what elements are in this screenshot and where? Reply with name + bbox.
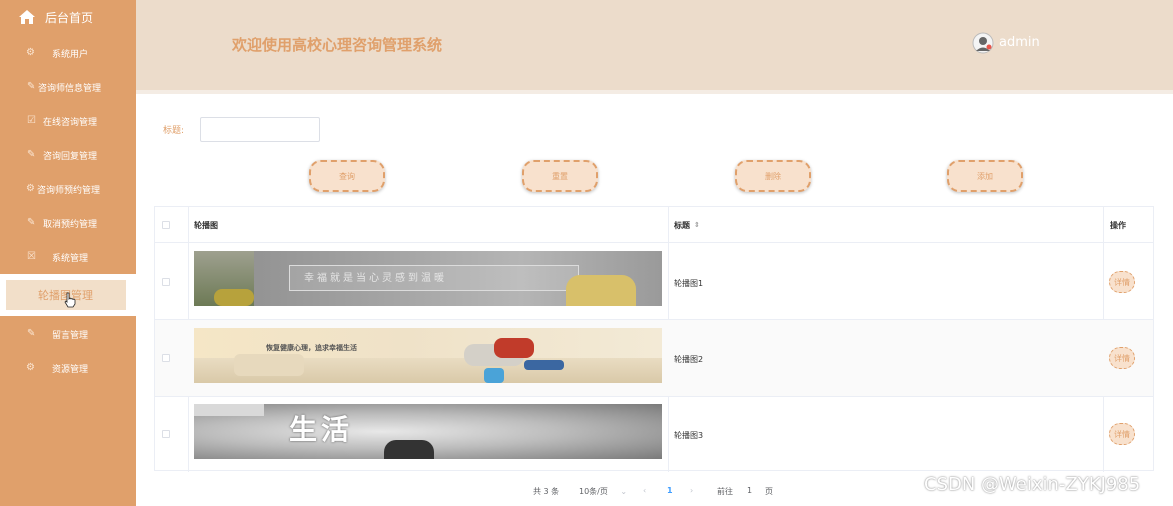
page-number-current[interactable]: 1 [667,486,673,495]
table-row: 生活 轮播图3 详情 [155,396,1153,473]
next-page-icon[interactable]: › [690,486,693,495]
hand-cursor-icon [64,292,76,308]
sidebar-item-system-manage[interactable]: ☒ 系统管理 [0,240,136,274]
sidebar-item-label: 资源管理 [52,364,89,375]
sidebar-item-label: 留言管理 [52,330,89,341]
page-title: 欢迎使用高校心理咨询管理系统 [232,36,443,54]
banner-caption: 幸福就是当心灵感到温暖 [304,273,447,284]
page-size-value: 10条/页 [579,487,608,496]
column-header-image: 轮播图 [194,220,218,230]
column-header-title-label: 标题 [674,220,690,230]
avatar[interactable] [972,32,994,54]
sort-icon[interactable]: ⇕ [694,221,700,229]
sidebar-item-counselor-booking[interactable]: ⚙ 咨询师预约管理 [0,172,136,206]
sidebar-item-cancel-booking[interactable]: ✎ 取消预约管理 [0,206,136,240]
sidebar-item-system-users[interactable]: ⚙ 系统用户 [0,36,136,70]
row-checkbox[interactable] [162,430,170,438]
sidebar-item-label: 咨询师预约管理 [37,185,101,196]
sidebar-item-label: 系统用户 [52,49,89,60]
carousel-table: 轮播图 标题 ⇕ 操作 幸福就是当心灵感到温暖 轮播图1 详情 恢复健康心理，追… [154,206,1154,473]
detail-button[interactable]: 详情 [1109,347,1135,369]
row-title: 轮播图2 [674,355,704,364]
check-icon: ☑ [27,115,36,126]
sidebar-item-label: 在线咨询管理 [43,117,98,128]
close-icon: ☒ [27,251,36,262]
edit-icon: ✎ [27,217,36,228]
reset-button[interactable]: 重置 [522,160,598,192]
delete-button[interactable]: 删除 [735,160,811,192]
chevron-down-icon: ⌄ [620,487,628,496]
page-size-select[interactable]: 10条/页 ⌄ [579,486,627,497]
sidebar-item-label: 系统管理 [52,253,89,264]
banner-caption: 生活 [289,413,354,446]
pager-total: 共 3 条 [533,487,560,496]
detail-button[interactable]: 详情 [1109,423,1135,445]
banner-image: 生活 [194,404,662,459]
prev-page-icon[interactable]: ‹ [643,486,646,495]
home-icon [19,10,35,24]
banner-caption: 恢复健康心理，追求幸福生活 [266,344,357,352]
edit-icon: ✎ [27,81,36,92]
add-button[interactable]: 添加 [947,160,1023,192]
row-checkbox[interactable] [162,354,170,362]
detail-button[interactable]: 详情 [1109,271,1135,293]
sidebar-item-online-consult[interactable]: ☑ 在线咨询管理 [0,104,136,138]
edit-icon: ✎ [27,149,36,160]
table-row: 幸福就是当心灵感到温暖 轮播图1 详情 [155,242,1153,319]
edit-icon: ✎ [27,328,36,339]
gear-icon: ⚙ [26,183,35,194]
title-search-input[interactable] [200,117,320,142]
goto-suffix: 页 [765,487,773,496]
table-row: 恢复健康心理，追求幸福生活 轮播图2 详情 [155,319,1153,396]
sidebar-home[interactable]: 后台首页 [0,0,136,34]
gear-icon: ⚙ [26,362,35,373]
query-button[interactable]: 查询 [309,160,385,192]
banner-image: 恢复健康心理，追求幸福生活 [194,328,662,383]
sidebar-item-counselor-info[interactable]: ✎ 咨询师信息管理 [0,70,136,104]
gear-icon: ⚙ [26,47,35,58]
user-name[interactable]: admin [999,35,1040,50]
column-header-title[interactable]: 标题 ⇕ [674,207,700,243]
sidebar-item-label: 咨询回复管理 [43,151,98,162]
goto-prefix: 前往 [717,487,733,496]
sidebar-item-resources[interactable]: ⚙ 资源管理 [0,351,136,385]
row-title: 轮播图3 [674,431,704,440]
header-divider [136,90,1173,94]
sidebar-item-label: 取消预约管理 [43,219,98,230]
watermark: CSDN @Weixin-ZYKJ985 [924,474,1141,495]
row-title: 轮播图1 [674,279,704,288]
goto-page-input[interactable]: 1 [747,486,752,495]
sidebar-item-consult-reply[interactable]: ✎ 咨询回复管理 [0,138,136,172]
sidebar-item-label: 咨询师信息管理 [38,83,102,94]
select-all-checkbox[interactable] [162,221,170,229]
sidebar-item-messages[interactable]: ✎ 留言管理 [0,317,136,351]
column-header-actions: 操作 [1110,220,1126,230]
row-checkbox[interactable] [162,278,170,286]
title-filter-label: 标题: [163,126,185,136]
banner-image: 幸福就是当心灵感到温暖 [194,251,662,306]
sidebar-home-label: 后台首页 [45,10,94,25]
